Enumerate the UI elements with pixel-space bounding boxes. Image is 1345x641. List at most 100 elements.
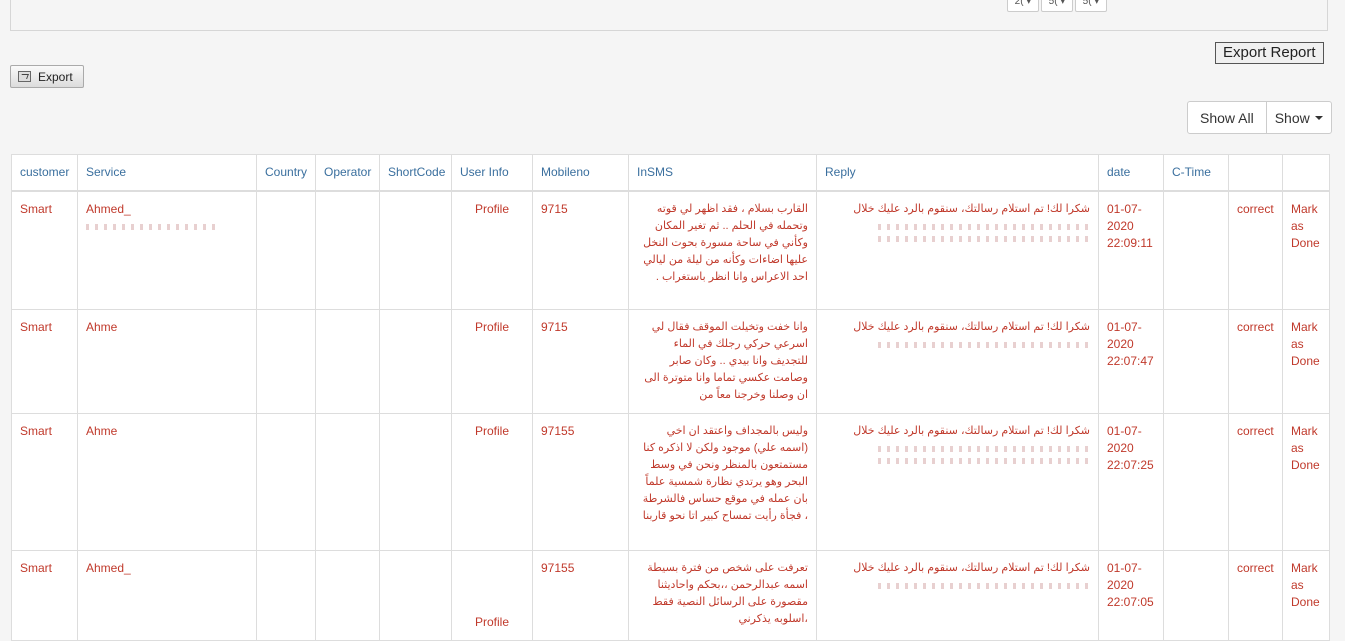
redaction [878, 583, 1090, 589]
export-label: Export [38, 69, 73, 84]
cell-status: correct [1228, 190, 1283, 310]
redaction [878, 446, 1090, 452]
cell-insms: القارب بسلام ، فقد اظهر لي قوته وتحمله ف… [628, 190, 817, 310]
cell-ctime [1163, 190, 1229, 310]
col-reply[interactable]: Reply [816, 154, 1099, 191]
cell-insms: تعرفت على شخص من فترة بسيطة اسمه عبدالرح… [628, 550, 817, 641]
cell-reply: شكرا لك! تم استلام رسالتك، سنقوم بالرد ع… [816, 413, 1099, 551]
reply-text: شكرا لك! تم استلام رسالتك، سنقوم بالرد ع… [853, 202, 1090, 215]
minute-select[interactable]: 5( ▾ [1041, 0, 1073, 12]
cell-shortcode [379, 190, 452, 310]
reply-text: شكرا لك! تم استلام رسالتك، سنقوم بالرد ع… [853, 425, 1090, 437]
mark-as-done-link[interactable]: Mark as Done [1282, 190, 1330, 310]
cell-service: Ahme [77, 309, 257, 414]
col-ctime[interactable]: C-Time [1163, 154, 1229, 191]
service-text: Ahme [86, 424, 118, 438]
cell-date: 01-07-2020 22:07:25 [1098, 413, 1164, 551]
col-service[interactable]: Service [77, 154, 257, 191]
col-shortcode[interactable]: ShortCode [379, 154, 452, 191]
cell-user-info: Profile [451, 190, 533, 310]
service-text: Ahmed_ [86, 201, 131, 216]
cell-status: correct [1228, 309, 1283, 414]
cell-country [256, 413, 316, 551]
cell-operator [315, 413, 380, 551]
cell-operator [315, 550, 380, 641]
redaction [878, 458, 1090, 464]
table-header-row: customer Service Country Operator ShortC… [11, 154, 1330, 191]
table-row: Smart Ahme Profile 9715 وانا خفت وتخيلت … [11, 309, 1330, 414]
cell-ctime [1163, 413, 1229, 551]
service-text: Ahmed_ [86, 561, 131, 575]
cell-shortcode [379, 413, 452, 551]
cell-service: Ahmed_ [77, 190, 257, 310]
show-dropdown-button[interactable]: Show [1265, 102, 1331, 133]
time-selects: 2( ▾ 5( ▾ 5( ▾ [1007, 0, 1107, 12]
cell-shortcode [379, 550, 452, 641]
col-customer[interactable]: customer [11, 154, 78, 191]
cell-customer: Smart [11, 550, 78, 641]
redaction [878, 223, 1090, 230]
cell-mobileno: 97155 [532, 413, 629, 551]
mark-as-done-link[interactable]: Mark as Done [1282, 309, 1330, 414]
cell-reply: شكرا لك! تم استلام رسالتك، سنقوم بالرد ع… [816, 190, 1099, 310]
cell-status: correct [1228, 413, 1283, 551]
mark-as-done-link[interactable]: Mark as Done [1282, 413, 1330, 551]
col-user-info[interactable]: User Info [451, 154, 533, 191]
col-operator[interactable]: Operator [315, 154, 380, 191]
cell-operator [315, 309, 380, 414]
second-select[interactable]: 5( ▾ [1075, 0, 1107, 12]
table-row: Smart Ahme Profile 97155 وليس بالمجداف و… [11, 413, 1330, 551]
col-status [1228, 154, 1283, 191]
hour-select[interactable]: 2( ▾ [1007, 0, 1039, 12]
table-row: Smart Ahmed_ Profile 9715 القارب بسلام ،… [11, 190, 1330, 310]
export-report-button[interactable]: Export Report [1215, 42, 1324, 64]
cell-shortcode [379, 309, 452, 414]
cell-ctime [1163, 550, 1229, 641]
messages-table: customer Service Country Operator ShortC… [11, 154, 1330, 641]
caret-down-icon [1314, 115, 1323, 120]
cell-country [256, 190, 316, 310]
cell-status: correct [1228, 550, 1283, 641]
col-insms[interactable]: InSMS [628, 154, 817, 191]
cell-mobileno: 9715 [532, 309, 629, 414]
export-button[interactable]: Export [10, 65, 84, 88]
cell-user-info: Profile [451, 413, 533, 551]
cell-mobileno: 9715 [532, 190, 629, 310]
table-row: Smart Ahmed_ Profile 97155 تعرفت على شخص… [11, 550, 1330, 641]
cell-date: 01-07-2020 22:07:05 [1098, 550, 1164, 641]
profile-link[interactable]: Profile [475, 320, 509, 334]
cell-ctime [1163, 309, 1229, 414]
reply-text: شكرا لك! تم استلام رسالتك، سنقوم بالرد ع… [853, 562, 1090, 574]
service-text: Ahme [86, 320, 118, 334]
cell-customer: Smart [11, 309, 78, 414]
show-all-button[interactable]: Show All [1188, 102, 1266, 133]
cell-user-info: Profile [451, 550, 533, 641]
cell-date: 01-07-2020 22:07:47 [1098, 309, 1164, 414]
mark-as-done-link[interactable]: Mark as Done [1282, 550, 1330, 641]
cell-insms: وليس بالمجداف واعتقد ان اخي (اسمه علي) م… [628, 413, 817, 551]
cell-reply: شكرا لك! تم استلام رسالتك، سنقوم بالرد ع… [816, 309, 1099, 414]
cell-country [256, 309, 316, 414]
show-label: Show [1274, 109, 1310, 126]
col-country[interactable]: Country [256, 154, 316, 191]
cell-service: Ahmed_ [77, 550, 257, 641]
profile-link[interactable]: Profile [475, 615, 509, 629]
profile-link[interactable]: Profile [475, 202, 509, 216]
cell-insms: وانا خفت وتخيلت الموقف فقال لي اسرعي حرك… [628, 309, 817, 414]
redaction [86, 223, 216, 230]
redaction [878, 235, 1090, 242]
cell-customer: Smart [11, 413, 78, 551]
redaction [878, 342, 1090, 348]
profile-link[interactable]: Profile [475, 424, 509, 438]
export-icon [18, 71, 31, 82]
filter-panel: 2( ▾ 5( ▾ 5( ▾ [10, 0, 1328, 31]
cell-service: Ahme [77, 413, 257, 551]
reply-text: شكرا لك! تم استلام رسالتك، سنقوم بالرد ع… [853, 321, 1090, 333]
cell-user-info: Profile [451, 309, 533, 414]
cell-country [256, 550, 316, 641]
cell-reply: شكرا لك! تم استلام رسالتك، سنقوم بالرد ع… [816, 550, 1099, 641]
col-action [1282, 154, 1330, 191]
col-mobileno[interactable]: Mobileno [532, 154, 629, 191]
cell-operator [315, 190, 380, 310]
col-date[interactable]: date [1098, 154, 1164, 191]
